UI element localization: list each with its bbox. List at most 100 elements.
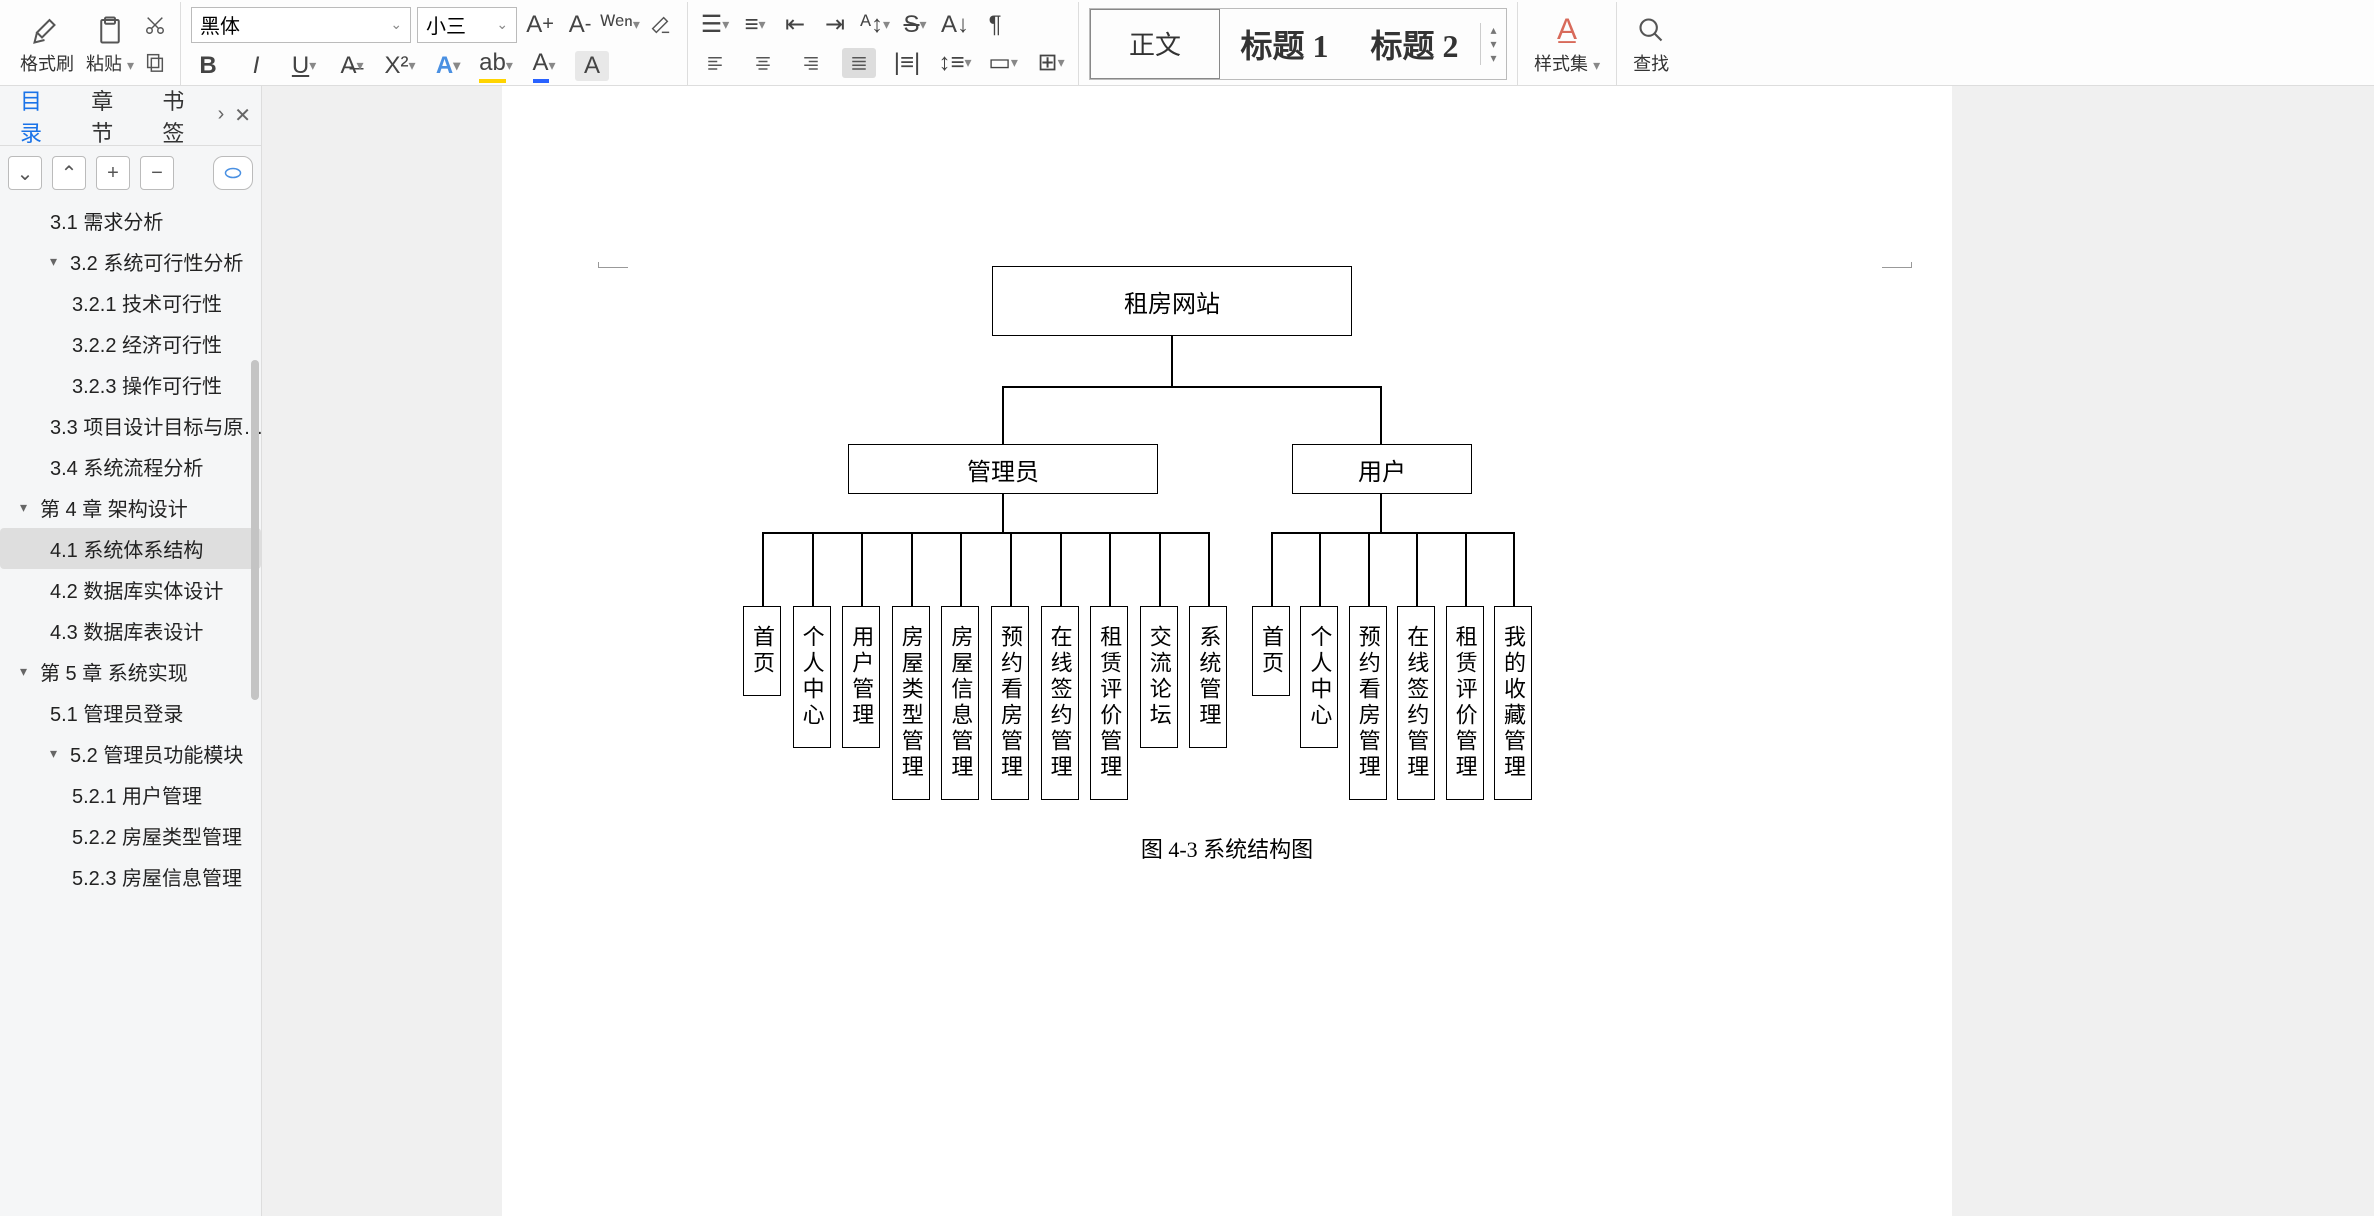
outline-collapse-button[interactable]: ⌃ bbox=[52, 156, 86, 190]
sort-button[interactable]: S ▾ bbox=[898, 10, 932, 40]
scrollbar-thumb[interactable] bbox=[251, 360, 259, 700]
outline-expand-button[interactable]: ⌄ bbox=[8, 156, 42, 190]
structure-diagram: 租房网站 管理员 用户 首页个人中心用户管理 bbox=[622, 266, 1912, 806]
outline-item[interactable]: 5.2.2 房屋类型管理 bbox=[0, 815, 261, 856]
outline-item[interactable]: ▾5.2 管理员功能模块 bbox=[0, 733, 261, 774]
diagram-leaf: 首页 bbox=[1252, 606, 1290, 696]
paste-button[interactable]: 粘贴 ▾ bbox=[80, 12, 140, 76]
numbering-button[interactable]: ≡ ▾ bbox=[738, 10, 772, 40]
document-page: 租房网站 管理员 用户 首页个人中心用户管理 bbox=[502, 86, 1952, 1216]
format-painter-button[interactable]: 格式刷 bbox=[14, 12, 80, 76]
paintbrush-icon bbox=[29, 12, 65, 48]
tab-chapter[interactable]: 章节 bbox=[75, 86, 146, 145]
align-justify-button[interactable] bbox=[842, 48, 876, 78]
find-button[interactable]: 查找 bbox=[1627, 12, 1675, 76]
align-left-button[interactable] bbox=[698, 48, 732, 78]
copy-button[interactable] bbox=[140, 47, 170, 77]
shading-button[interactable]: ▭ ▾ bbox=[986, 48, 1020, 78]
document-area: 租房网站 管理员 用户 首页个人中心用户管理 bbox=[262, 86, 2374, 1216]
outline-remove-button[interactable]: − bbox=[140, 156, 174, 190]
diagram-leaf: 在线签约管理 bbox=[1397, 606, 1435, 800]
phonetic-button[interactable]: ᵂᵉⁿ▾ bbox=[603, 10, 637, 40]
text-effect-button[interactable]: A ▾ bbox=[431, 51, 465, 81]
close-panel-icon[interactable]: ✕ bbox=[234, 103, 251, 128]
outline-item[interactable]: ▾3.2 系统可行性分析 bbox=[0, 241, 261, 282]
italic-button[interactable]: I bbox=[239, 51, 273, 81]
diagram-leaf: 在线签约管理 bbox=[1041, 606, 1079, 800]
outline-item[interactable]: 3.4 系统流程分析 bbox=[0, 446, 261, 487]
outline-item-current[interactable]: 4.1 系统体系结构 bbox=[0, 528, 261, 569]
outline-item[interactable]: 3.3 项目设计目标与原… bbox=[0, 405, 261, 446]
borders-button[interactable]: ⊞ ▾ bbox=[1034, 48, 1068, 78]
outline-view-button[interactable] bbox=[213, 156, 253, 190]
cut-button[interactable] bbox=[140, 10, 170, 40]
tab-bookmark[interactable]: 书签 bbox=[146, 86, 217, 145]
diagram-leaf: 预约看房管理 bbox=[1349, 606, 1387, 800]
outline-item[interactable]: 3.2.1 技术可行性 bbox=[0, 282, 261, 323]
diagram-leaf: 首页 bbox=[743, 606, 781, 696]
style-normal[interactable]: 正文 bbox=[1090, 9, 1220, 79]
diagram-root: 租房网站 bbox=[992, 266, 1352, 336]
navigation-pane: 目录 章节 书签 › ✕ ⌄ ⌃ + − 3.1 需求分析 ▾3.2 系统可行性… bbox=[0, 86, 262, 1216]
tab-next-icon[interactable]: › bbox=[218, 103, 225, 128]
outline-item[interactable]: 3.1 需求分析 bbox=[0, 200, 261, 241]
highlight-button[interactable]: ab ▾ bbox=[479, 51, 513, 81]
style-set-button[interactable]: A̲ 样式集 ▾ bbox=[1528, 12, 1606, 76]
outline-item[interactable]: 5.2.3 房屋信息管理 bbox=[0, 856, 261, 897]
strikethrough-button[interactable]: A̶ ▾ bbox=[335, 51, 369, 81]
font-size-select[interactable]: 小三⌄ bbox=[417, 7, 517, 43]
diagram-leaf: 房屋信息管理 bbox=[941, 606, 979, 800]
superscript-button[interactable]: X² ▾ bbox=[383, 51, 417, 81]
outline-item[interactable]: 3.2.3 操作可行性 bbox=[0, 364, 261, 405]
clear-format-button[interactable] bbox=[643, 10, 677, 40]
style-gallery: 正文 标题 1 标题 2 ▴▾▾ bbox=[1089, 8, 1507, 80]
increase-font-button[interactable]: A+ bbox=[523, 10, 557, 40]
align-center-button[interactable] bbox=[746, 48, 780, 78]
indent-right-button[interactable]: ⇥ bbox=[818, 10, 852, 40]
diagram-admin: 管理员 bbox=[848, 444, 1158, 494]
style-heading2[interactable]: 标题 2 bbox=[1350, 9, 1480, 79]
outline-item[interactable]: ▾第 5 章 系统实现 bbox=[0, 651, 261, 692]
diagram-leaf: 个人中心 bbox=[1300, 606, 1338, 748]
style-set-icon: A̲ bbox=[1549, 12, 1585, 48]
chevron-down-icon: ▾ bbox=[20, 663, 40, 680]
bullets-button[interactable]: ☰ ▾ bbox=[698, 10, 732, 40]
search-icon bbox=[1633, 12, 1669, 48]
diagram-leaf: 用户管理 bbox=[842, 606, 880, 748]
diagram-leaf: 交流论坛 bbox=[1140, 606, 1178, 748]
outline-item[interactable]: 5.2.1 用户管理 bbox=[0, 774, 261, 815]
align-right-button[interactable] bbox=[794, 48, 828, 78]
outline-item[interactable]: 4.3 数据库表设计 bbox=[0, 610, 261, 651]
show-marks-button[interactable]: ¶ bbox=[978, 10, 1012, 40]
outline-tree: 3.1 需求分析 ▾3.2 系统可行性分析 3.2.1 技术可行性 3.2.2 … bbox=[0, 200, 261, 1216]
diagram-user: 用户 bbox=[1292, 444, 1472, 494]
sort-asc-button[interactable]: A↓ bbox=[938, 10, 972, 40]
chevron-down-icon: ▾ bbox=[20, 499, 40, 516]
font-name-select[interactable]: 黑体⌄ bbox=[191, 7, 411, 43]
outline-item[interactable]: 3.2.2 经济可行性 bbox=[0, 323, 261, 364]
indent-left-button[interactable]: ⇤ bbox=[778, 10, 812, 40]
tab-toc[interactable]: 目录 bbox=[4, 86, 75, 145]
outline-item[interactable]: ▾第 4 章 架构设计 bbox=[0, 487, 261, 528]
chevron-down-icon: ▾ bbox=[50, 253, 70, 270]
outline-item[interactable]: 5.1 管理员登录 bbox=[0, 692, 261, 733]
diagram-leaf: 租赁评价管理 bbox=[1446, 606, 1484, 800]
decrease-font-button[interactable]: A- bbox=[563, 10, 597, 40]
char-shading-button[interactable]: A bbox=[575, 51, 609, 81]
diagram-leaf: 房屋类型管理 bbox=[892, 606, 930, 800]
line-spacing-button[interactable]: ↕≡ ▾ bbox=[938, 48, 972, 78]
style-heading1[interactable]: 标题 1 bbox=[1220, 9, 1350, 79]
text-direction-button[interactable]: ᴬ↕ ▾ bbox=[858, 10, 892, 40]
bold-button[interactable]: B bbox=[191, 51, 225, 81]
font-color-button[interactable]: A ▾ bbox=[527, 51, 561, 81]
distribute-button[interactable]: |≡| bbox=[890, 48, 924, 78]
outline-item[interactable]: 4.2 数据库实体设计 bbox=[0, 569, 261, 610]
underline-button[interactable]: U ▾ bbox=[287, 51, 321, 81]
chevron-down-icon: ⌄ bbox=[390, 16, 402, 33]
style-gallery-more[interactable]: ▴▾▾ bbox=[1480, 23, 1506, 65]
chevron-down-icon: ▾ bbox=[50, 745, 70, 762]
diagram-leaf: 个人中心 bbox=[793, 606, 831, 748]
diagram-leaf: 租赁评价管理 bbox=[1090, 606, 1128, 800]
outline-add-button[interactable]: + bbox=[96, 156, 130, 190]
diagram-leaf: 我的收藏管理 bbox=[1494, 606, 1532, 800]
